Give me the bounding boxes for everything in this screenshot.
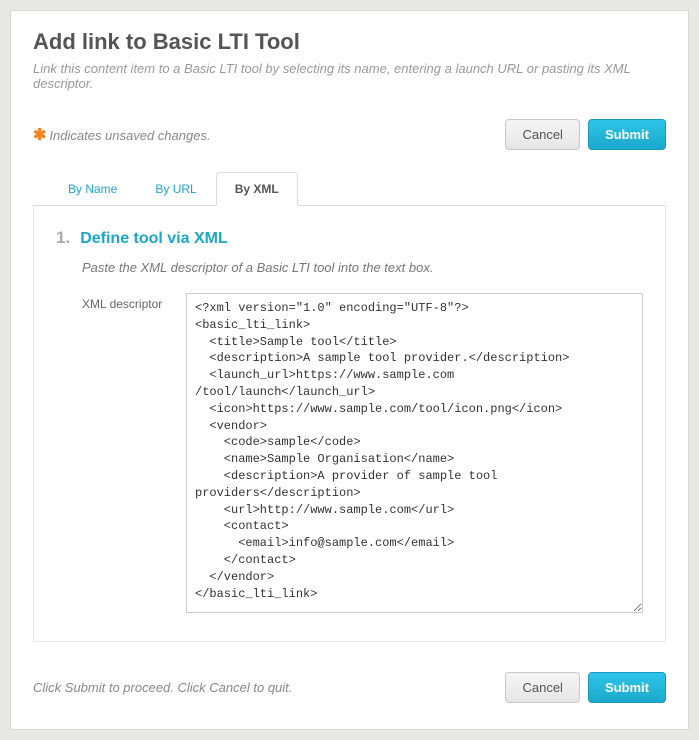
top-button-row: Cancel Submit [505,119,666,150]
xml-descriptor-textarea[interactable] [186,293,643,613]
form-row: XML descriptor [82,293,643,613]
tab-by-url[interactable]: By URL [136,172,215,206]
asterisk-icon: ✱ [33,127,46,144]
unsaved-text: Indicates unsaved changes. [49,128,210,143]
step-number: 1. [56,228,70,248]
unsaved-notice: ✱Indicates unsaved changes. [33,125,211,145]
submit-button[interactable]: Submit [588,119,666,150]
step-header: 1. Define tool via XML [56,228,643,248]
page-subtitle: Link this content item to a Basic LTI to… [33,61,666,91]
content-box: 1. Define tool via XML Paste the XML des… [33,206,666,642]
submit-button-bottom[interactable]: Submit [588,672,666,703]
tab-by-name[interactable]: By Name [49,172,136,206]
footer: Click Submit to proceed. Click Cancel to… [33,672,666,703]
top-bar: ✱Indicates unsaved changes. Cancel Submi… [33,119,666,150]
xml-label: XML descriptor [82,293,170,613]
step-description: Paste the XML descriptor of a Basic LTI … [82,260,643,275]
cancel-button-bottom[interactable]: Cancel [505,672,579,703]
footer-text: Click Submit to proceed. Click Cancel to… [33,680,292,695]
cancel-button[interactable]: Cancel [505,119,579,150]
tab-bar: By Name By URL By XML [33,172,666,206]
step-title: Define tool via XML [80,230,228,248]
page-title: Add link to Basic LTI Tool [33,29,666,55]
dialog-panel: Add link to Basic LTI Tool Link this con… [10,10,689,730]
bottom-button-row: Cancel Submit [505,672,666,703]
tab-by-xml[interactable]: By XML [216,172,298,206]
